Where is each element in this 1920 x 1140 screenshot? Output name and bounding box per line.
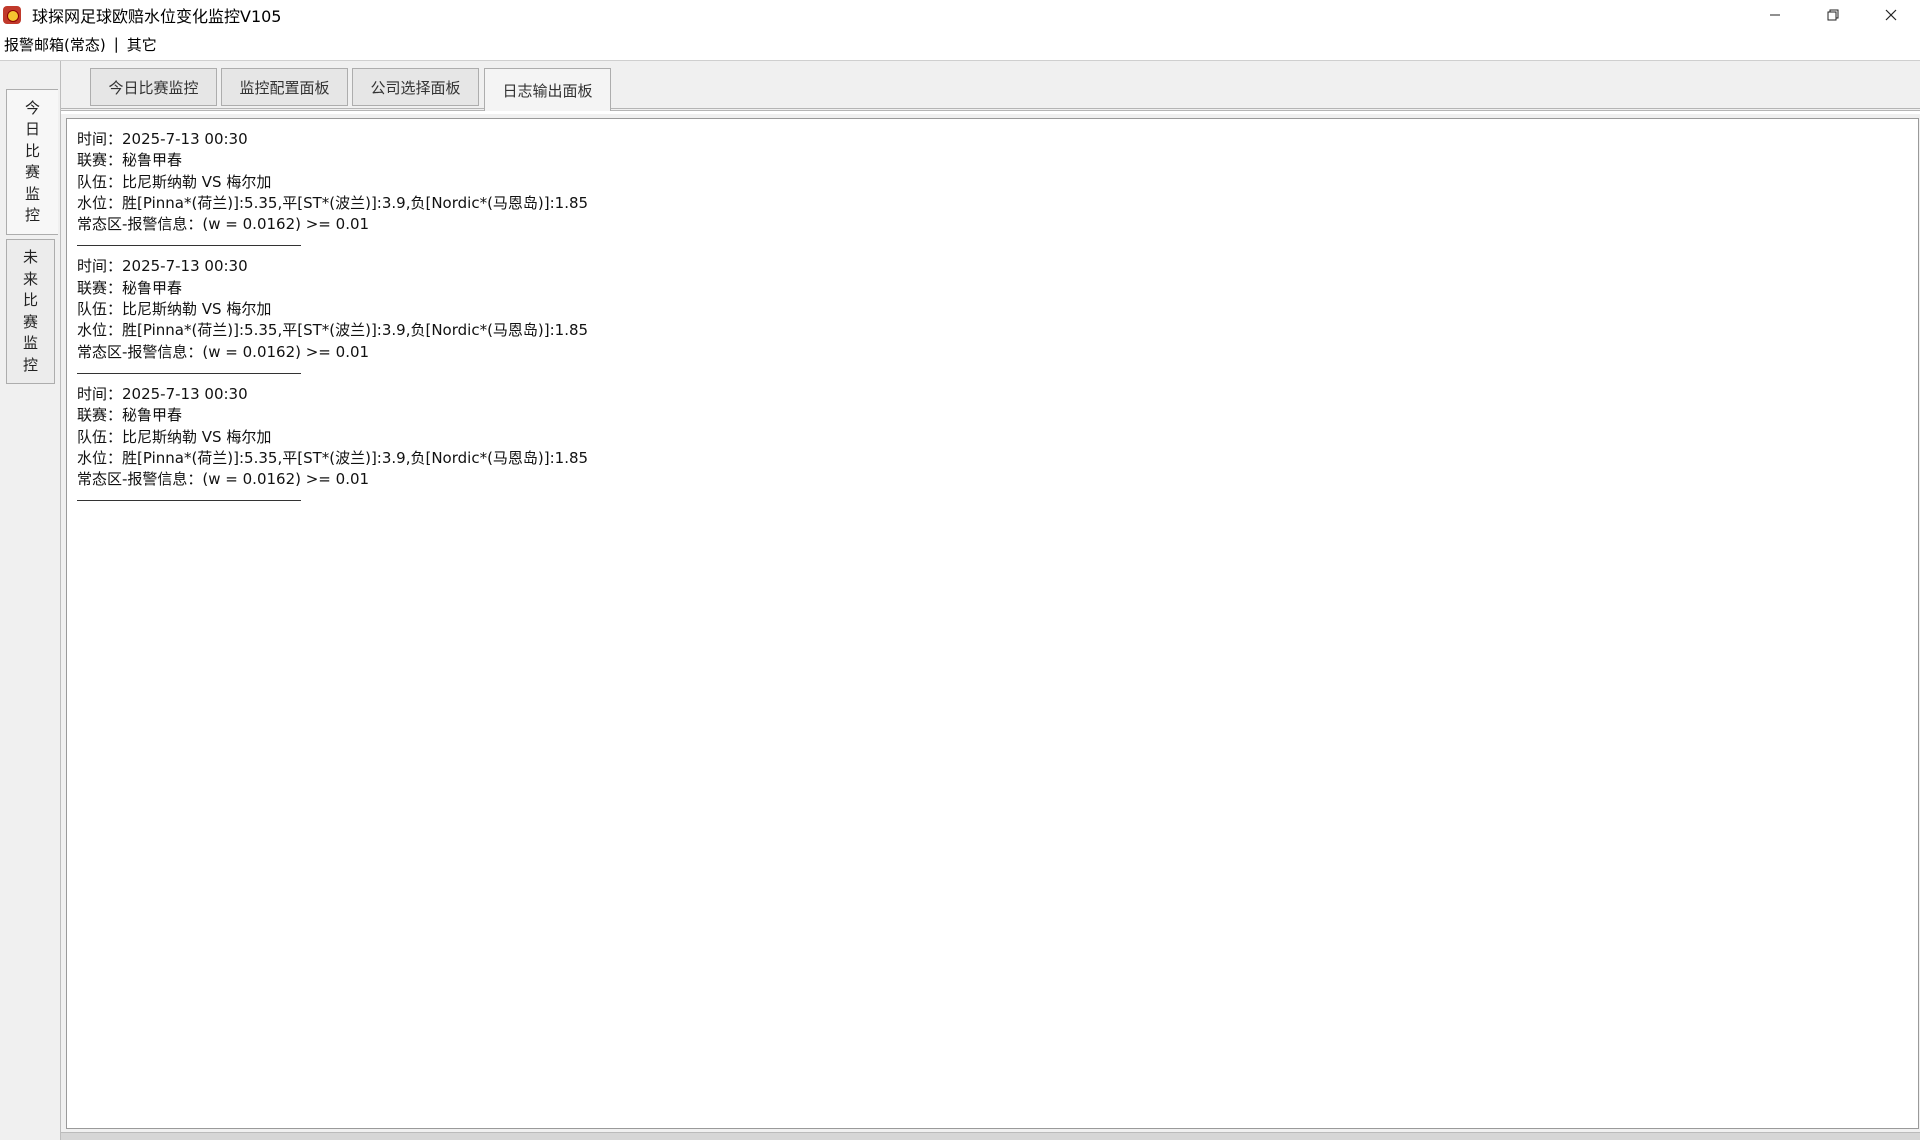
log-odds: 水位：胜[Pinna*(荷兰)]:5.35,平[ST*(波兰)]:3.9,负[N…	[77, 321, 589, 340]
tab-today-monitor[interactable]: 今日比赛监控	[90, 68, 217, 106]
window-title: 球探网足球欧赔水位变化监控V105	[32, 7, 282, 26]
log-time: 时间：2025-7-13 00:30	[77, 384, 248, 403]
side-tab-char: 来	[22, 269, 38, 288]
side-tab-panel: 今 日 比 赛 监 控 未 来 比 赛 监 控	[0, 61, 61, 1140]
side-tab-char: 赛	[22, 312, 38, 331]
log-divider	[77, 245, 301, 247]
restore-icon	[1827, 9, 1839, 21]
log-league: 联赛：秘鲁甲春	[77, 406, 183, 425]
menu-bar: 报警邮箱(常态) | 其它	[0, 30, 1920, 58]
log-entry: 时间：2025-7-13 00:30 联赛：秘鲁甲春 队伍：比尼斯纳勒 VS 梅…	[77, 384, 1918, 502]
tab-monitor-config[interactable]: 监控配置面板	[221, 68, 348, 106]
minimize-button[interactable]	[1746, 0, 1804, 30]
log-teams: 队伍：比尼斯纳勒 VS 梅尔加	[77, 300, 272, 319]
log-alarm: 常态区-报警信息：(w = 0.0162) >= 0.01	[77, 342, 370, 361]
side-tab-char: 赛	[24, 163, 40, 181]
title-bar: 球探网足球欧赔水位变化监控V105	[0, 0, 1920, 30]
tab-log-output[interactable]: 日志输出面板	[484, 68, 611, 111]
log-divider	[77, 500, 301, 502]
log-odds: 水位：胜[Pinna*(荷兰)]:5.35,平[ST*(波兰)]:3.9,负[N…	[77, 193, 589, 212]
log-entry: 时间：2025-7-13 00:30 联赛：秘鲁甲春 队伍：比尼斯纳勒 VS 梅…	[77, 256, 1918, 374]
log-alarm: 常态区-报警信息：(w = 0.0162) >= 0.01	[77, 215, 370, 234]
side-tab-char: 比	[22, 291, 38, 309]
side-tab-future-monitor[interactable]: 未 来 比 赛 监 控	[6, 239, 55, 384]
side-tab-char: 未	[22, 248, 38, 266]
side-tab-char: 控	[24, 206, 40, 224]
side-tab-char: 监	[24, 184, 40, 203]
horizontal-scrollbar[interactable]	[61, 1132, 1920, 1140]
side-tab-char: 比	[24, 141, 40, 160]
log-divider	[77, 372, 301, 374]
log-teams: 队伍：比尼斯纳勒 VS 梅尔加	[77, 172, 272, 191]
log-output-textarea[interactable]: 时间：2025-7-13 00:30 联赛：秘鲁甲春 队伍：比尼斯纳勒 VS 梅…	[66, 118, 1919, 1129]
log-time: 时间：2025-7-13 00:30	[77, 257, 248, 276]
side-tab-char: 控	[22, 355, 38, 374]
window-controls	[1746, 0, 1920, 30]
side-tab-char: 监	[22, 334, 38, 352]
log-entry: 时间：2025-7-13 00:30 联赛：秘鲁甲春 队伍：比尼斯纳勒 VS 梅…	[77, 129, 1918, 247]
menu-other[interactable]: 其它	[123, 34, 161, 55]
top-tab-strip: 今日比赛监控 监控配置面板 公司选择面板 日志输出面板	[61, 61, 1920, 111]
log-league: 联赛：秘鲁甲春	[77, 151, 183, 170]
log-league: 联赛：秘鲁甲春	[77, 278, 183, 297]
log-alarm: 常态区-报警信息：(w = 0.0162) >= 0.01	[77, 470, 370, 489]
app-logo-icon	[3, 6, 21, 24]
log-time: 时间：2025-7-13 00:30	[77, 130, 248, 148]
restore-button[interactable]	[1804, 0, 1862, 30]
tab-company-select[interactable]: 公司选择面板	[352, 68, 479, 106]
log-panel: 时间：2025-7-13 00:30 联赛：秘鲁甲春 队伍：比尼斯纳勒 VS 梅…	[61, 114, 1920, 1140]
side-tab-today-monitor[interactable]: 今 日 比 赛 监 控	[6, 89, 58, 235]
side-tab-char: 今	[24, 98, 40, 117]
close-button[interactable]	[1862, 0, 1920, 30]
close-icon	[1885, 9, 1897, 21]
menu-separator: |	[113, 35, 119, 53]
log-teams: 队伍：比尼斯纳勒 VS 梅尔加	[77, 427, 272, 446]
menu-alarm-email[interactable]: 报警邮箱(常态)	[0, 34, 110, 55]
log-odds: 水位：胜[Pinna*(荷兰)]:5.35,平[ST*(波兰)]:3.9,负[N…	[77, 448, 589, 467]
minimize-icon	[1770, 14, 1780, 16]
side-tab-char: 日	[24, 120, 40, 138]
